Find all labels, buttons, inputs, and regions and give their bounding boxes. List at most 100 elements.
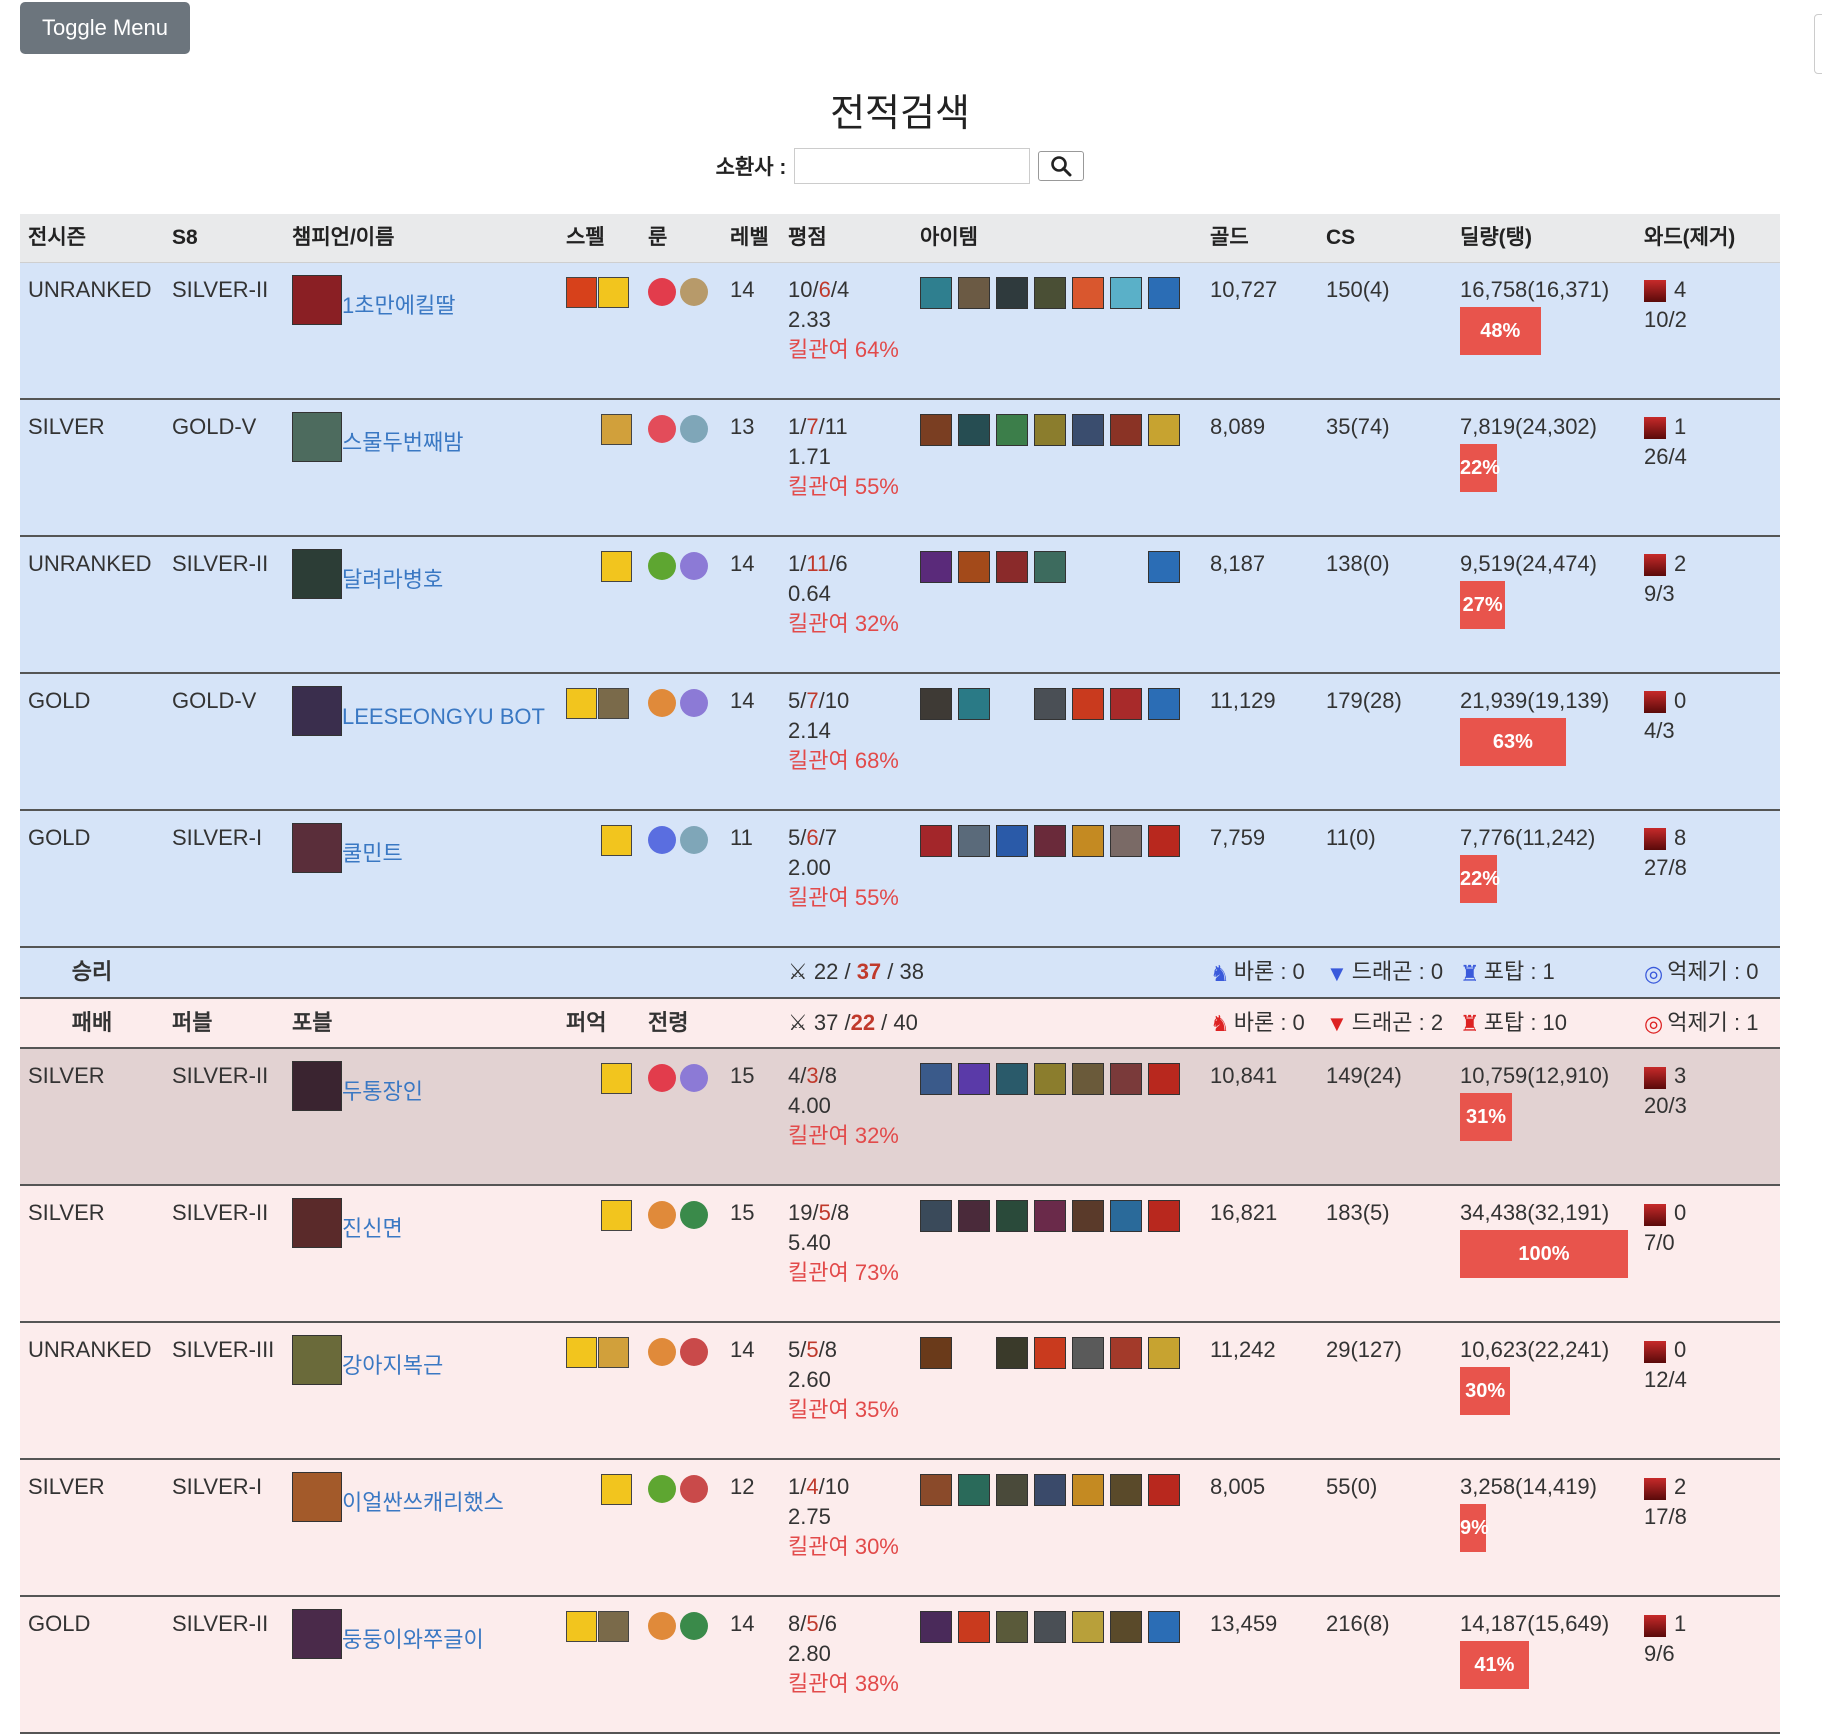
kda-score: 4/3/8 <box>788 1063 837 1089</box>
champion-portrait <box>292 1061 342 1112</box>
item-slots <box>920 1609 1194 1644</box>
spells-cell <box>558 810 640 948</box>
summoner-search-input[interactable] <box>794 148 1031 184</box>
ward-count: 3 <box>1674 1063 1687 1089</box>
runes-cell <box>640 1322 722 1461</box>
deaths: 7 <box>806 688 819 713</box>
ward-kills: 17/8 <box>1644 1504 1687 1530</box>
spell-group <box>566 823 632 856</box>
champion-cell: 둥둥이와쭈글이 <box>284 1596 558 1734</box>
summoner-name-link[interactable]: 강아지복근 <box>342 1335 443 1381</box>
prev-season-tier: SILVER <box>20 1459 164 1598</box>
match-table: 전시즌 S8 챔피언/이름 스펠 룬 레벨 평점 아이템 골드 CS 딜량(탱) 와드(제거) UNR… <box>20 214 1780 1734</box>
spells-cell <box>558 536 640 674</box>
kda-cell: 5/5/8 2.60 킬관여 35% <box>780 1322 912 1461</box>
damage-cell: 10,759(12,910) 31% <box>1452 1048 1636 1187</box>
summoner-name-link[interactable]: LEESEONGYU BOT <box>342 686 545 732</box>
summoner-name-link[interactable]: 1초만에킬딸 <box>342 275 455 321</box>
item-icon <box>1148 1200 1180 1233</box>
rune-icon <box>680 1338 708 1367</box>
champion-level: 14 <box>722 1322 780 1461</box>
spells-cell <box>558 673 640 811</box>
damage-cell: 10,623(22,241) 30% <box>1452 1322 1636 1461</box>
spell-icon <box>601 551 632 582</box>
item-icon <box>1110 1337 1142 1370</box>
champion-portrait <box>292 275 342 325</box>
season8-tier: SILVER-II <box>164 1185 284 1324</box>
toggle-menu-button[interactable]: Toggle Menu <box>20 2 190 54</box>
item-icon <box>920 1337 952 1370</box>
search-button[interactable] <box>1038 151 1085 181</box>
rune-icon <box>648 415 676 443</box>
ward-icon <box>1644 1066 1666 1089</box>
item-icon <box>958 414 990 446</box>
kda-score: 19/5/8 <box>788 1200 850 1226</box>
summoner-name-link[interactable]: 둥둥이와쭈글이 <box>342 1609 484 1655</box>
item-icon <box>1072 1474 1104 1507</box>
column-header: 와드(제거) <box>1636 214 1780 263</box>
item-slots <box>920 1335 1194 1370</box>
gold-earned: 8,089 <box>1202 399 1318 537</box>
damage-cell: 14,187(15,649) 41% <box>1452 1596 1636 1734</box>
damage-cell: 21,939(19,139) 63% <box>1452 673 1636 811</box>
ward-count: 1 <box>1674 414 1687 439</box>
kill-participation: 킬관여 73% <box>788 1260 899 1286</box>
creep-score: 55(0) <box>1318 1459 1452 1598</box>
item-slots <box>920 549 1194 583</box>
summoner-name-link[interactable]: 진신면 <box>342 1198 403 1244</box>
rune-icon <box>648 278 676 306</box>
champion: 강아지복근 <box>292 1335 550 1386</box>
kills: 5 <box>788 1337 801 1363</box>
tower-icon: ♜ <box>1460 1011 1480 1037</box>
creep-score: 216(8) <box>1318 1596 1452 1734</box>
column-header: S8 <box>164 214 284 263</box>
wards-cell: 3 20/3 <box>1636 1048 1780 1187</box>
damage-share-bar: 63% <box>1460 718 1566 766</box>
edge-tab[interactable] <box>1814 14 1822 74</box>
assists: 7 <box>824 825 837 850</box>
column-header: 평점 <box>780 214 912 263</box>
item-icon <box>920 825 952 857</box>
item-icon <box>1072 277 1104 309</box>
item-icon <box>1148 825 1180 857</box>
damage-value: 14,187(15,649) <box>1460 1611 1610 1637</box>
ward-kills: 9/3 <box>1644 581 1675 606</box>
damage-cell: 7,776(11,242) 22% <box>1452 810 1636 948</box>
kda-cell: 10/6/4 2.33 킬관여 64% <box>780 262 912 400</box>
first-tower-label: 포블 <box>284 997 558 1050</box>
deaths: 6 <box>806 825 819 850</box>
item-icon <box>1110 1474 1142 1507</box>
season8-tier: SILVER-I <box>164 810 284 948</box>
kill-participation: 킬관여 64% <box>788 337 899 362</box>
kills: 4 <box>788 1063 801 1089</box>
ward-icon <box>1644 1614 1666 1637</box>
champion-level: 14 <box>722 1596 780 1734</box>
gold-earned: 10,727 <box>1202 262 1318 400</box>
item-icon <box>958 825 990 857</box>
column-header: CS <box>1318 214 1452 263</box>
creep-score: 179(28) <box>1318 673 1452 811</box>
win-baron: ♞ 바론 : 0 <box>1202 947 1318 999</box>
wards-placed: 3 <box>1644 1061 1772 1091</box>
spells-cell <box>558 1048 640 1187</box>
damage-share-bar: 41% <box>1460 1641 1529 1690</box>
summoner-name-link[interactable]: 스물두번째밤 <box>342 412 463 458</box>
summoner-name-link[interactable]: 쿨민트 <box>342 823 403 869</box>
summoner-name-link[interactable]: 두통장인 <box>342 1061 423 1107</box>
champion-cell: 두통장인 <box>284 1048 558 1187</box>
spells-cell <box>558 1185 640 1324</box>
deaths: 5 <box>806 1337 819 1363</box>
item-icon <box>920 1200 952 1233</box>
summoner-name-link[interactable]: 달려라병호 <box>342 549 443 595</box>
kills: 8 <box>788 1611 801 1637</box>
kda-ratio: 2.80 <box>788 1641 831 1667</box>
column-header: 챔피언/이름 <box>284 214 558 263</box>
spell-group <box>566 275 632 308</box>
item-icon <box>1072 1337 1104 1370</box>
kda-cell: 1/7/11 1.71 킬관여 55% <box>780 399 912 537</box>
wards-cell: 8 27/8 <box>1636 810 1780 948</box>
item-icon <box>1034 1611 1066 1644</box>
items-cell <box>912 1185 1202 1324</box>
ward-count: 2 <box>1674 551 1687 576</box>
summoner-name-link[interactable]: 이얼싼쓰캐리했스 <box>342 1472 504 1518</box>
